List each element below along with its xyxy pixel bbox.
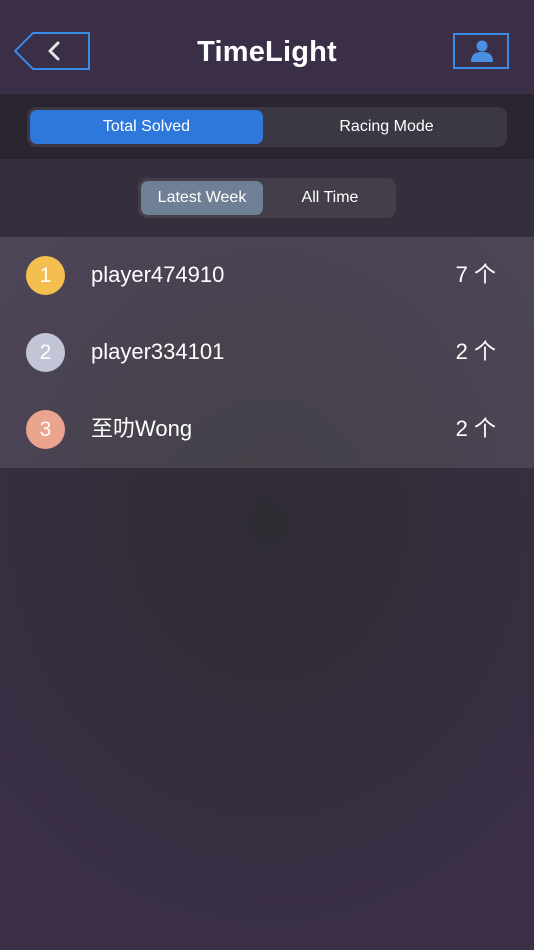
tab-racing-mode[interactable]: Racing Mode (269, 110, 504, 144)
mode-segmented-control: Total Solved Racing Mode (27, 107, 507, 147)
profile-button[interactable] (453, 33, 509, 69)
mode-tab-bar: Total Solved Racing Mode (0, 94, 534, 159)
header: TimeLight (0, 0, 534, 94)
rank-badge: 3 (26, 410, 65, 449)
tab-total-solved[interactable]: Total Solved (30, 110, 263, 144)
player-name: 至叻Wong (91, 416, 193, 441)
leaderboard-row[interactable]: 3 至叻Wong 2 个 (0, 391, 534, 468)
leaderboard-row[interactable]: 1 player474910 7 个 (0, 237, 534, 314)
leaderboard-list: 1 player474910 7 个 2 player334101 2 个 3 … (0, 237, 534, 468)
solved-count: 7 个 (455, 262, 496, 287)
solved-count: 2 个 (455, 416, 496, 441)
solved-count: 2 个 (455, 339, 496, 364)
tab-latest-week[interactable]: Latest Week (141, 181, 263, 215)
player-name: player474910 (91, 262, 225, 287)
period-segmented-control: Latest Week All Time (138, 178, 396, 218)
period-tab-bar: Latest Week All Time (0, 159, 534, 237)
rank-badge: 1 (26, 256, 65, 295)
leaderboard-row[interactable]: 2 player334101 2 个 (0, 314, 534, 391)
player-name: player334101 (91, 339, 225, 364)
rank-badge: 2 (26, 333, 65, 372)
user-icon (471, 40, 493, 62)
tab-all-time[interactable]: All Time (270, 181, 390, 215)
